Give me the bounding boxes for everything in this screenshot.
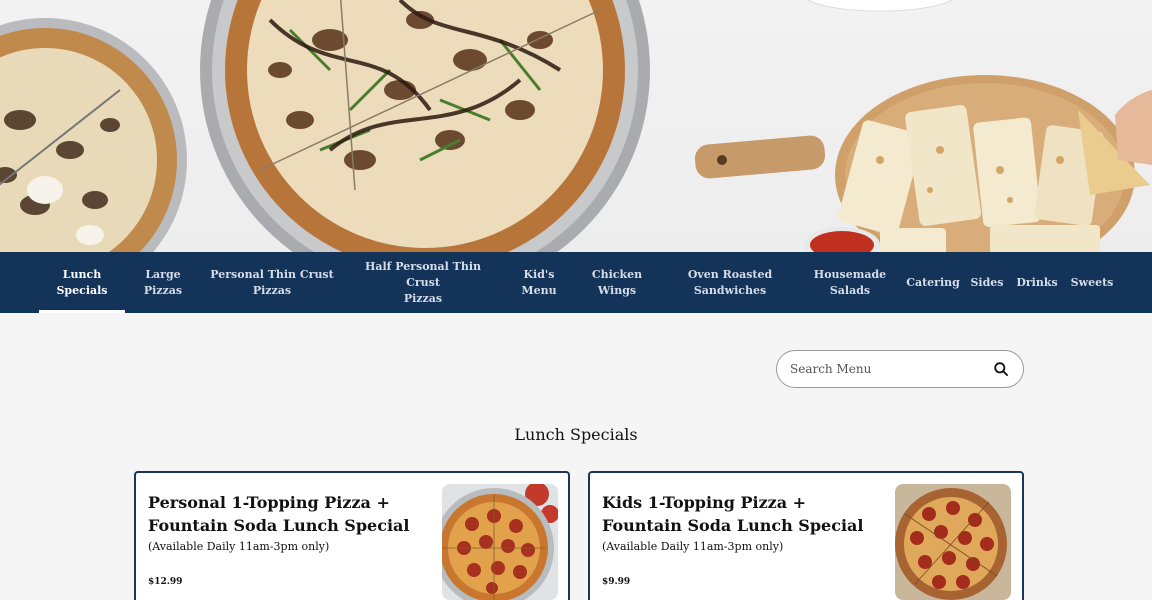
menu-item-price: $12.99 [148,577,183,587]
search-icon[interactable] [993,361,1009,377]
nav-tab-label-line2: Sandwiches [693,283,767,297]
menu-item-title: Kids 1-Topping Pizza + Fountain Soda Lun… [602,493,864,535]
nav-tab-label-line2: Wings [597,283,637,297]
pepperoni-pizza-photo [442,484,558,600]
nav-tab-label-line2: Menu [521,283,557,297]
nav-tab-label-line1: Oven Roasted [687,267,773,281]
nav-tab-label-line2: Pizzas [252,283,292,297]
nav-tab-label: Catering [906,275,960,289]
nav-tab-kids-menu[interactable]: Kid's Menu [513,252,565,313]
nav-tab-label-line1: Large [145,267,181,281]
nav-tab-label-line2: Pizzas [403,291,443,305]
hero-pizza-illustration [0,0,1152,252]
section-title: Lunch Specials [514,425,638,444]
nav-tab-chicken-wings[interactable]: Chicken Wings [584,252,650,313]
pepperoni-pizza-photo [895,484,1011,600]
menu-item-description: (Available Daily 11am-3pm only) [148,540,330,553]
menu-item-card[interactable]: Kids 1-Topping Pizza + Fountain Soda Lun… [588,471,1024,600]
menu-item-card[interactable]: Personal 1-Topping Pizza + Fountain Soda… [134,471,570,600]
nav-tab-label-line1: Kid's [523,267,555,281]
nav-tab-drinks[interactable]: Drinks [1013,252,1061,313]
nav-tab-label-line1: Half Personal Thin Crust [364,259,482,289]
nav-tab-oven-roasted-sandwiches[interactable]: Oven Roasted Sandwiches [680,252,780,313]
nav-tab-catering[interactable]: Catering [905,252,961,313]
nav-tab-label: Sides [970,275,1004,289]
nav-tab-half-personal-thin-crust-pizzas[interactable]: Half Personal Thin Crust Pizzas [348,252,498,313]
nav-tab-label-line2: Specials [56,283,108,297]
menu-item-price: $9.99 [602,577,631,587]
nav-tab-label-line2: Salads [829,283,871,297]
nav-tab-label-line1: Housemade [813,267,887,281]
nav-tab-label: Drinks [1016,275,1058,289]
nav-tab-lunch-specials[interactable]: Lunch Specials [39,252,125,313]
nav-tab-sweets[interactable]: Sweets [1067,252,1117,313]
menu-item-title: Personal 1-Topping Pizza + Fountain Soda… [148,493,410,535]
search-input[interactable] [790,362,993,376]
nav-tab-personal-thin-crust-pizzas[interactable]: Personal Thin Crust Pizzas [210,252,334,313]
nav-tab-label-line1: Lunch [62,267,102,281]
menu-category-nav: Lunch Specials Large Pizzas Personal Thin … [0,252,1152,313]
nav-tab-housemade-salads[interactable]: Housemade Salads [807,252,893,313]
nav-tab-large-pizzas[interactable]: Large Pizzas [133,252,193,313]
nav-tab-label: Sweets [1070,275,1114,289]
hero-banner-image [0,0,1152,252]
nav-tab-label-line1: Personal Thin Crust [210,267,334,281]
nav-tab-label-line2: Pizzas [143,283,183,297]
search-box [776,350,1024,388]
nav-tab-label-line1: Chicken [591,267,643,281]
menu-item-description: (Available Daily 11am-3pm only) [602,540,784,553]
nav-tab-sides[interactable]: Sides [968,252,1006,313]
